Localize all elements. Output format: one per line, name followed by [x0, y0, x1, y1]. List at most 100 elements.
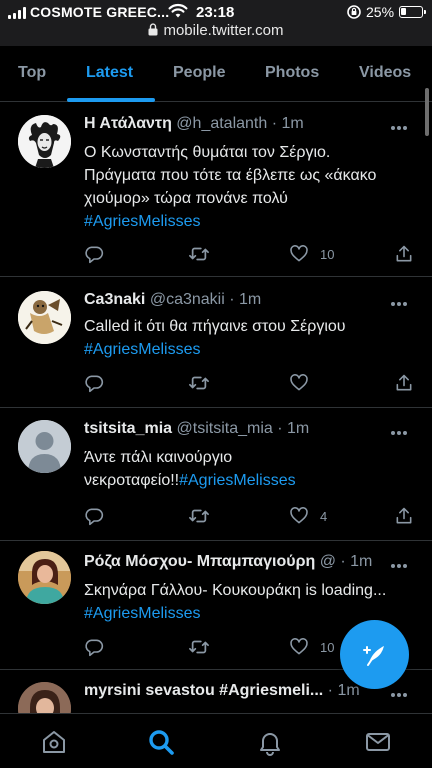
more-icon[interactable]	[390, 684, 414, 698]
tweet-header: tsitsita_mia @tsitsita_mia · 1m	[84, 420, 384, 442]
like-count: 10	[320, 639, 335, 655]
tweet-text: Ο Κωνσταντής θυμάται τον Σέργιο. Πράγματ…	[84, 141, 414, 233]
reply-button[interactable]	[84, 371, 104, 395]
tweet-header: Η Ατάλαντη @h_atalanth · 1m	[84, 115, 384, 137]
share-button[interactable]	[394, 371, 414, 395]
share-button[interactable]	[394, 504, 414, 528]
notifications-icon	[260, 733, 280, 756]
retweet-icon	[189, 247, 209, 261]
tweet[interactable]: Ca3naki @ca3nakii · 1m Called it ότι θα …	[0, 277, 432, 408]
reply-button[interactable]	[84, 242, 104, 266]
like-button[interactable]: 4	[289, 504, 327, 528]
orientation-lock-icon	[346, 4, 362, 24]
search-icon	[149, 730, 174, 755]
more-icon[interactable]	[390, 293, 414, 307]
sketch-avatar[interactable]	[18, 291, 71, 344]
tweet-line: Άντε πάλι καινούργιο	[84, 449, 233, 466]
tab-people[interactable]: People	[173, 46, 225, 102]
tweet-line: χιούμορ» τώρα πονάνε πολύ	[84, 190, 288, 207]
tab-top[interactable]: Top	[18, 46, 46, 102]
nav-notifications[interactable]	[255, 727, 285, 757]
tweet[interactable]: Η Ατάλαντη @h_atalanth · 1m Ο Κωνσταντής…	[0, 103, 432, 277]
url-text: mobile.twitter.com	[163, 22, 284, 39]
nav-messages[interactable]	[363, 727, 393, 757]
tab-photos[interactable]: Photos	[265, 46, 319, 102]
like-count: 10	[320, 246, 335, 262]
reply-icon	[85, 508, 104, 526]
tweet-author-name[interactable]: Ρόζα Μόσχου- Μπαμπαγιούρη	[84, 553, 315, 570]
tab-latest[interactable]: Latest	[86, 46, 133, 102]
tweet-actions: 10	[84, 242, 414, 266]
default-avatar[interactable]	[18, 420, 71, 473]
bottom-navigation	[0, 713, 432, 768]
like-button[interactable]: 10	[289, 242, 334, 266]
active-tab-indicator	[67, 98, 155, 102]
tweet-handle[interactable]: @ca3nakii	[150, 291, 225, 308]
reply-icon	[85, 639, 104, 657]
retweet-icon	[189, 376, 209, 390]
share-button[interactable]	[394, 242, 414, 266]
compose-icon	[362, 645, 384, 666]
tweet-handle[interactable]: @h_atalanth	[176, 115, 267, 132]
search-tabs: Top Latest People Photos Videos	[0, 46, 432, 102]
reply-icon	[85, 246, 104, 264]
lock-icon	[148, 23, 158, 40]
tweet-inline-text: νεκροταφείο!!	[84, 472, 180, 489]
retweet-button[interactable]	[188, 371, 210, 395]
retweet-icon	[189, 640, 209, 654]
tweet-author-name[interactable]: Η Ατάλαντη	[84, 115, 172, 132]
messages-icon	[366, 733, 390, 751]
tweet-author-name[interactable]: Ca3naki	[84, 291, 145, 308]
like-count: 4	[320, 508, 328, 524]
more-icon[interactable]	[390, 555, 414, 569]
more-icon[interactable]	[390, 117, 414, 131]
tweet-text: Άντε πάλι καινούργιο νεκροταφείο!!#Agrie…	[84, 446, 414, 492]
home-icon	[43, 731, 65, 753]
status-bar: COSMOTE GREEC... 23:18 25% mobile.twitte…	[0, 0, 432, 46]
retweet-button[interactable]	[188, 504, 210, 528]
share-icon	[396, 245, 412, 262]
tweet-line: Called it ότι θα πήγαινε στου Σέργιου	[84, 318, 346, 335]
tweet-line: νεκροταφείο!!#AgriesMelisses	[84, 469, 414, 492]
battery-icon	[399, 6, 426, 18]
tweet-line: Ο Κωνσταντής θυμάται τον Σέργιο.	[84, 144, 331, 161]
tab-videos[interactable]: Videos	[359, 46, 411, 102]
tweet-handle[interactable]: @	[320, 553, 336, 570]
tweet-time[interactable]: 1m	[337, 682, 359, 699]
retweet-button[interactable]	[188, 635, 210, 659]
retweet-button[interactable]	[188, 242, 210, 266]
clock: 23:18	[196, 4, 235, 21]
tweet-time[interactable]: 1m	[287, 420, 309, 437]
nav-search[interactable]	[146, 727, 176, 757]
tweet-header: Ρόζα Μόσχου- Μπαμπαγιούρη @ · 1m	[84, 553, 384, 575]
tweet-separator: ·	[323, 682, 338, 699]
tweet-author-name[interactable]: myrsini sevastou #Agriesmeli...	[84, 682, 323, 699]
tweet[interactable]: tsitsita_mia @tsitsita_mia · 1m Άντε πάλ…	[0, 408, 432, 541]
medusa-avatar[interactable]	[18, 115, 71, 168]
url-bar[interactable]: mobile.twitter.com	[0, 22, 432, 40]
hashtag-link[interactable]: #AgriesMelisses	[84, 210, 414, 233]
photo-avatar[interactable]	[18, 682, 71, 713]
tweet-time[interactable]: 1m	[239, 291, 261, 308]
reply-icon	[85, 375, 104, 393]
tweet-separator: ·	[335, 553, 351, 570]
tweet-actions	[84, 371, 414, 395]
signal-icon	[8, 7, 26, 19]
like-button[interactable]: 10	[289, 635, 334, 659]
photo-avatar[interactable]	[18, 551, 71, 604]
heart-icon	[290, 245, 308, 262]
reply-button[interactable]	[84, 504, 104, 528]
tweet-line: Σκηνάρα Γάλλου- Κουκουράκη is loading...	[84, 582, 387, 599]
like-button[interactable]	[289, 371, 309, 395]
compose-tweet-button[interactable]	[340, 620, 409, 689]
hashtag-link[interactable]: #AgriesMelisses	[84, 338, 414, 361]
heart-icon	[290, 507, 308, 524]
reply-button[interactable]	[84, 635, 104, 659]
nav-home[interactable]	[39, 727, 69, 757]
tweet-author-name[interactable]: tsitsita_mia	[84, 420, 172, 437]
tweet-time[interactable]: 1m	[350, 553, 372, 570]
tweet-handle[interactable]: @tsitsita_mia	[177, 420, 273, 437]
hashtag-link[interactable]: #AgriesMelisses	[179, 472, 295, 489]
tweet-time[interactable]: 1m	[282, 115, 304, 132]
more-icon[interactable]	[390, 422, 414, 436]
